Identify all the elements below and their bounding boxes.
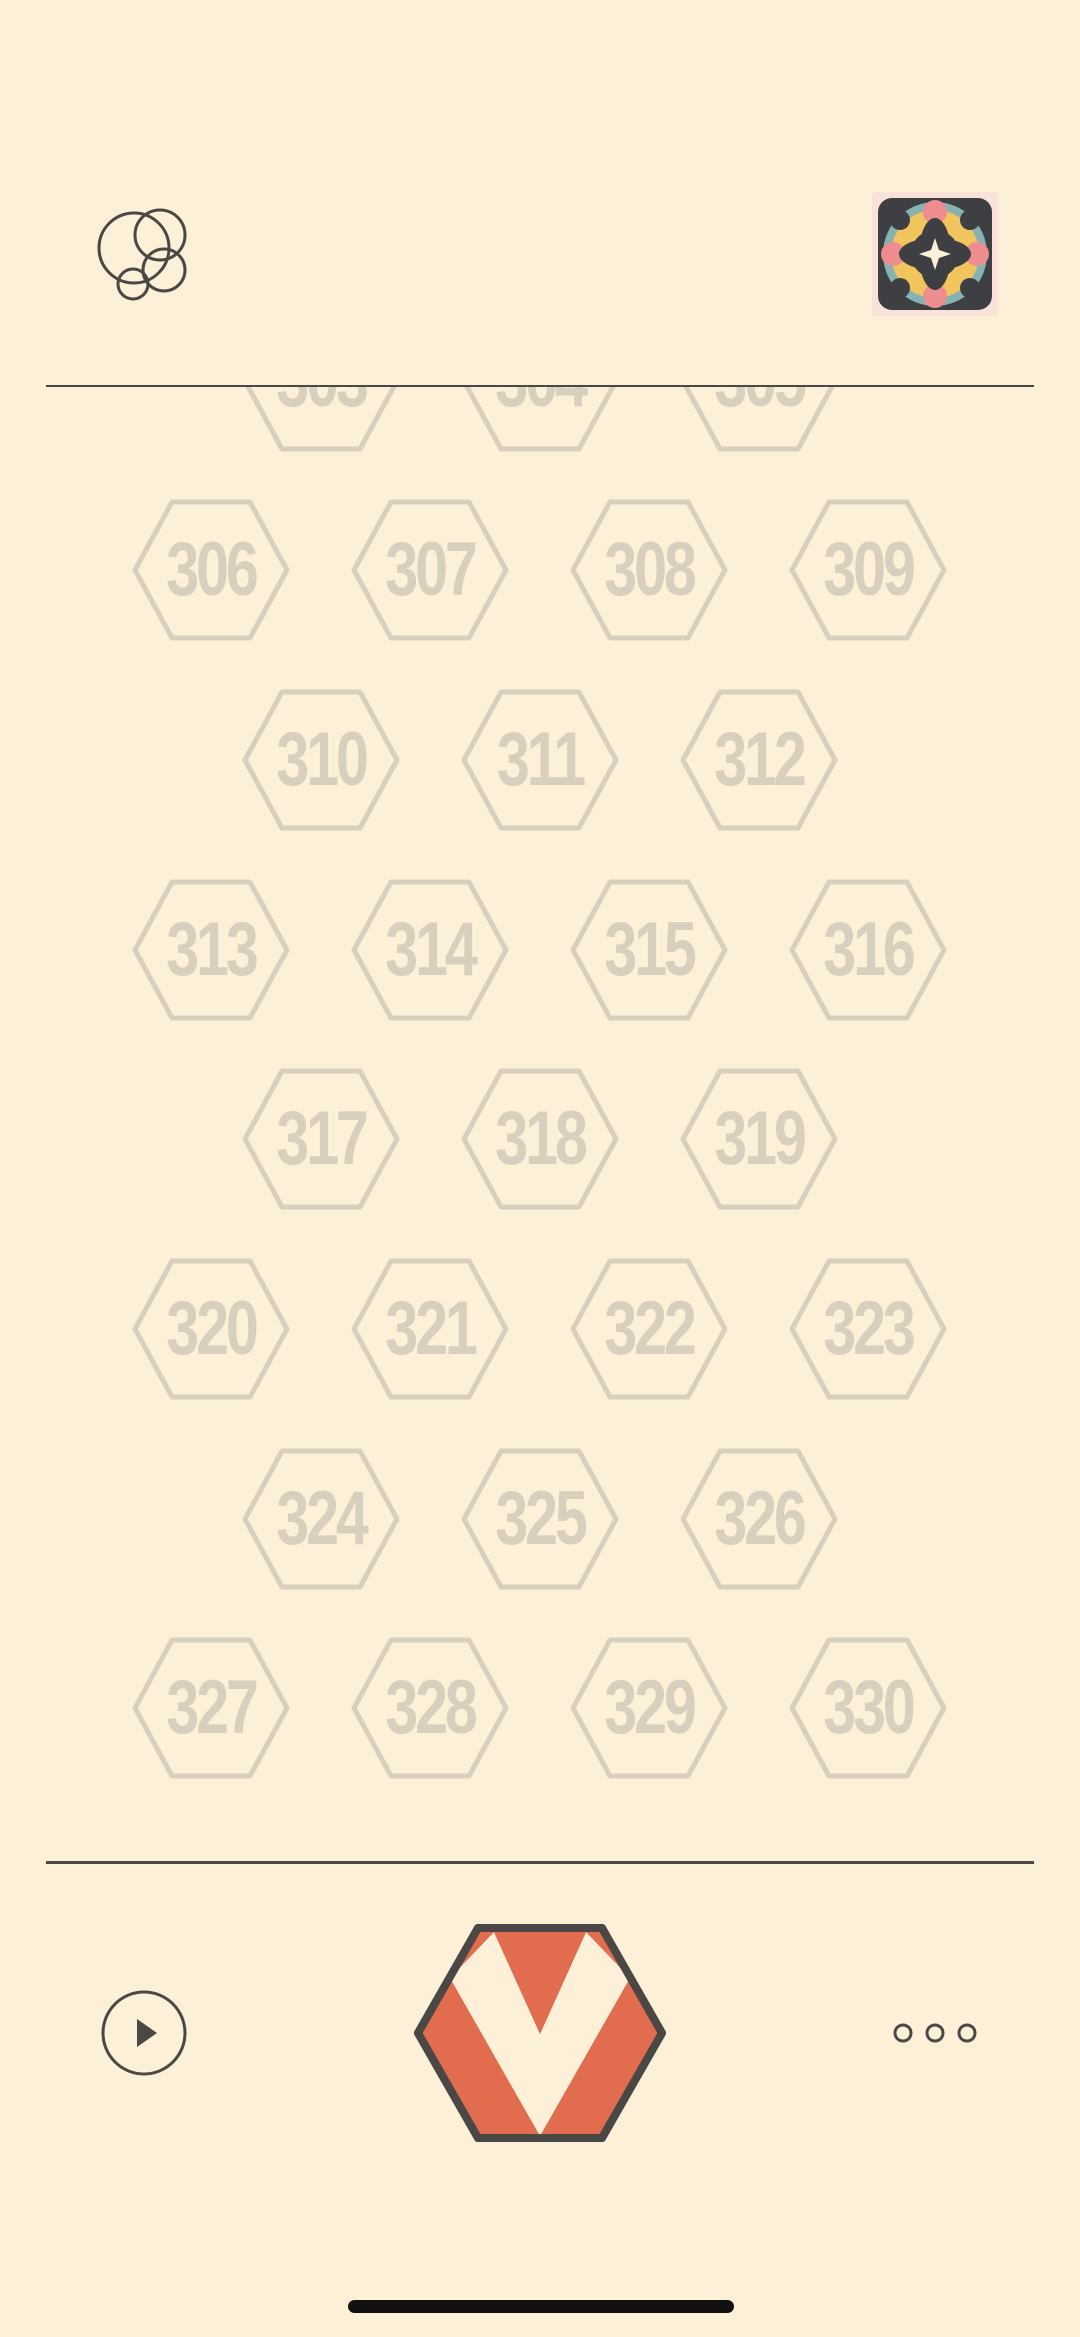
level-number: 328 [385, 1665, 478, 1750]
level-number: 304 [478, 387, 601, 452]
level-number: 315 [604, 907, 697, 992]
top-bar [0, 0, 1080, 386]
logo-button[interactable] [414, 1924, 666, 2142]
level-hex-319[interactable]: 319 [680, 1068, 838, 1210]
level-number: 310 [276, 717, 369, 802]
level-hex-315[interactable]: 315 [570, 879, 728, 1021]
more-button[interactable] [890, 2016, 990, 2050]
level-hex-322[interactable]: 322 [570, 1258, 728, 1400]
level-hex-326[interactable]: 326 [680, 1448, 838, 1590]
level-hex-317[interactable]: 317 [242, 1068, 400, 1210]
kaleidoscope-thumbnail-icon [878, 198, 992, 310]
level-number: 307 [385, 527, 478, 612]
home-indicator [348, 2300, 734, 2313]
level-hex-309[interactable]: 309 [789, 499, 947, 641]
play-icon [101, 1990, 187, 2076]
level-grid: 303 304 305 306 307 308 309 310 311 312 313 314 315 3… [46, 387, 1034, 1861]
level-number: 325 [495, 1476, 588, 1561]
level-number: 317 [276, 1096, 369, 1181]
level-number: 318 [495, 1096, 588, 1181]
level-number: 309 [823, 527, 916, 612]
level-hex-320[interactable]: 320 [132, 1258, 290, 1400]
level-number: 306 [166, 527, 259, 612]
level-number: 311 [496, 717, 586, 802]
level-number: 320 [166, 1286, 259, 1371]
level-number: 319 [714, 1096, 807, 1181]
level-hex-303[interactable]: 303 [242, 387, 400, 452]
level-hex-310[interactable]: 310 [242, 689, 400, 831]
level-hex-314[interactable]: 314 [351, 879, 509, 1021]
level-hex-311[interactable]: 311 [461, 689, 619, 831]
level-number: 323 [823, 1286, 916, 1371]
level-number: 316 [823, 907, 916, 992]
level-hex-306[interactable]: 306 [132, 499, 290, 641]
level-hex-323[interactable]: 323 [789, 1258, 947, 1400]
level-number: 326 [714, 1476, 807, 1561]
level-hex-327[interactable]: 327 [132, 1637, 290, 1779]
level-hex-305[interactable]: 305 [680, 387, 838, 452]
level-number: 321 [385, 1286, 478, 1371]
play-button[interactable] [101, 1990, 187, 2076]
theme-thumbnail-button[interactable] [872, 192, 998, 316]
level-number: 312 [714, 717, 807, 802]
level-number: 303 [259, 387, 382, 452]
level-number: 324 [276, 1476, 369, 1561]
level-hex-328[interactable]: 328 [351, 1637, 509, 1779]
level-hex-318[interactable]: 318 [461, 1068, 619, 1210]
level-hex-324[interactable]: 324 [242, 1448, 400, 1590]
level-number: 329 [604, 1665, 697, 1750]
level-number: 308 [604, 527, 697, 612]
level-number: 327 [166, 1665, 259, 1750]
level-number: 322 [604, 1286, 697, 1371]
level-hex-304[interactable]: 304 [461, 387, 619, 452]
level-hex-316[interactable]: 316 [789, 879, 947, 1021]
level-number: 313 [166, 907, 259, 992]
level-hex-325[interactable]: 325 [461, 1448, 619, 1590]
level-hex-321[interactable]: 321 [351, 1258, 509, 1400]
level-hex-307[interactable]: 307 [351, 499, 509, 641]
level-number: 330 [823, 1665, 916, 1750]
level-number: 314 [385, 907, 478, 992]
level-hex-312[interactable]: 312 [680, 689, 838, 831]
level-number: 305 [697, 387, 820, 452]
level-hex-329[interactable]: 329 [570, 1637, 728, 1779]
level-hex-313[interactable]: 313 [132, 879, 290, 1021]
overlapping-circles-icon[interactable] [96, 206, 196, 306]
bottom-divider [46, 1861, 1034, 1864]
more-dots-icon [893, 2023, 977, 2043]
hexagon-v-logo-icon [414, 1924, 666, 2142]
level-hex-330[interactable]: 330 [789, 1637, 947, 1779]
level-hex-308[interactable]: 308 [570, 499, 728, 641]
